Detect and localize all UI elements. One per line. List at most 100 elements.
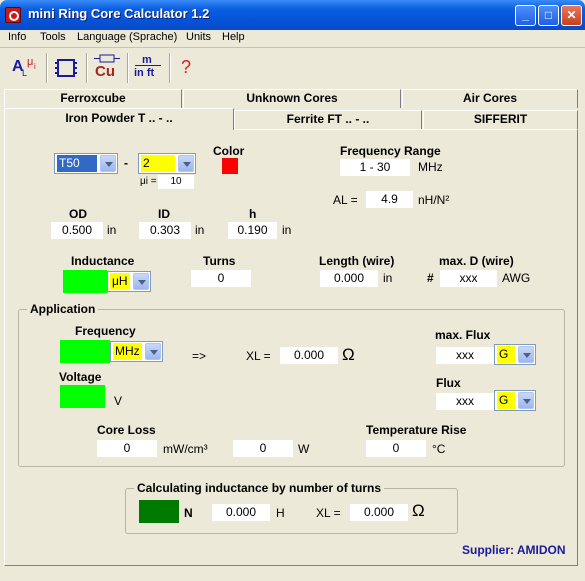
- wire-length-label: Length (wire): [319, 254, 395, 268]
- toolbar-separator: [169, 53, 171, 83]
- help-button[interactable]: ?: [172, 53, 202, 83]
- turns-value: 0: [191, 270, 251, 287]
- h-unit: in: [282, 223, 292, 237]
- menu-help[interactable]: Help: [222, 31, 245, 43]
- app-frequency-input[interactable]: [60, 340, 110, 363]
- core-loss-value: 0: [97, 440, 157, 457]
- calc-h-unit: H: [276, 506, 285, 520]
- od-value: 0.500: [51, 222, 103, 239]
- al-value: 4.9: [366, 191, 413, 208]
- max-flux-unit-select[interactable]: G: [494, 344, 536, 365]
- menu-tools[interactable]: Tools: [40, 31, 66, 43]
- core-separator: -: [124, 156, 128, 170]
- flux-value: xxx: [436, 393, 494, 410]
- frequency-range-value: 1 - 30: [340, 159, 410, 176]
- wire-length-value: 0.000: [320, 270, 378, 287]
- wire-diameter-unit: AWG: [502, 271, 531, 285]
- maximize-button[interactable]: □: [538, 5, 559, 26]
- inductance-label: Inductance: [71, 254, 135, 268]
- supplier-label: Supplier: AMIDON: [462, 543, 566, 557]
- chevron-down-icon: [133, 273, 149, 290]
- inductance-input[interactable]: [63, 270, 107, 293]
- window-title: mini Ring Core Calculator 1.2: [28, 6, 210, 21]
- menu-info[interactable]: Info: [8, 31, 26, 43]
- color-label: Color: [213, 144, 245, 158]
- calc-h-value: 0.000: [212, 504, 270, 521]
- inductance-unit-value: μH: [110, 273, 130, 290]
- app-frequency-label: Frequency: [75, 324, 136, 338]
- od-unit: in: [107, 223, 117, 237]
- calc-xl-value: 0.000: [350, 504, 408, 521]
- app-icon[interactable]: [5, 7, 21, 23]
- copper-wire-button[interactable]: Cu: [92, 53, 122, 83]
- core-mix-select[interactable]: 2: [138, 153, 196, 174]
- flux-unit-select[interactable]: G: [494, 390, 536, 411]
- voltage-label: Voltage: [59, 370, 102, 384]
- toolbar-separator: [127, 53, 129, 83]
- app-frequency-unit-value: MHz: [113, 343, 142, 360]
- flux-unit-value: G: [497, 392, 515, 409]
- core-size-value: T50: [57, 155, 97, 172]
- mu-label: μi =: [140, 176, 157, 187]
- menu-units[interactable]: Units: [186, 31, 211, 43]
- al-unit: nH/N²: [418, 193, 450, 207]
- toolbar-separator: [86, 53, 88, 83]
- calc-xl-unit: Ω: [412, 501, 425, 520]
- chevron-down-icon: [178, 155, 194, 172]
- mu-value: 10: [158, 175, 194, 189]
- calc-xl-label: XL =: [316, 506, 341, 520]
- frequency-range-label: Frequency Range: [340, 144, 441, 158]
- max-flux-label: max. Flux: [435, 328, 491, 342]
- id-value: 0.303: [139, 222, 191, 239]
- chevron-down-icon: [100, 155, 116, 172]
- wire-diameter-label: max. D (wire): [439, 254, 514, 268]
- n-label: N: [184, 506, 193, 520]
- app-xl-value: 0.000: [280, 347, 338, 364]
- tab-air-cores[interactable]: Air Cores: [402, 89, 578, 108]
- close-button[interactable]: ✕: [561, 5, 582, 26]
- tab-ferroxcube[interactable]: Ferroxcube: [4, 89, 182, 108]
- calc-turns-title: Calculating inductance by number of turn…: [134, 481, 385, 495]
- inductance-unit-select[interactable]: μH: [107, 271, 151, 292]
- wire-diameter-value: xxx: [440, 270, 497, 287]
- units-tool-button[interactable]: m in ft: [132, 53, 164, 83]
- ring-core-icon: [55, 59, 77, 77]
- tab-unknown-cores[interactable]: Unknown Cores: [183, 89, 401, 108]
- menu-language[interactable]: Language (Sprache): [77, 31, 177, 43]
- core-loss-label: Core Loss: [97, 423, 156, 437]
- fraction-line: [135, 65, 161, 66]
- minimize-button[interactable]: _: [515, 5, 536, 26]
- voltage-input[interactable]: [60, 385, 105, 408]
- max-flux-value: xxx: [436, 347, 494, 364]
- od-label: OD: [69, 207, 87, 221]
- core-mix-value: 2: [141, 155, 175, 172]
- turns-label: Turns: [203, 254, 236, 268]
- voltage-unit: V: [114, 394, 123, 408]
- frequency-range-unit: MHz: [418, 160, 443, 174]
- core-color-swatch: [222, 158, 238, 174]
- app-xl-unit: Ω: [342, 345, 355, 364]
- chevron-down-icon: [518, 346, 534, 363]
- arrow-label: =>: [192, 349, 207, 363]
- tab-ferrite[interactable]: Ferrite FT .. - ..: [234, 110, 422, 129]
- turns-input[interactable]: [139, 500, 179, 523]
- flux-label: Flux: [436, 376, 461, 390]
- al-label: AL =: [333, 193, 358, 207]
- application-title: Application: [27, 302, 99, 316]
- id-label: ID: [158, 207, 170, 221]
- app-frequency-unit-select[interactable]: MHz: [110, 341, 163, 362]
- id-unit: in: [195, 223, 205, 237]
- max-flux-unit-value: G: [497, 346, 515, 363]
- chevron-down-icon: [518, 392, 534, 409]
- tab-sifferit[interactable]: SIFFERIT: [423, 110, 578, 129]
- wire-diameter-prefix: #: [427, 271, 434, 285]
- temp-rise-value: 0: [366, 440, 426, 457]
- al-mu-tool-button[interactable]: A L μ i: [10, 53, 40, 83]
- h-label: h: [249, 207, 257, 221]
- core-tool-button[interactable]: [51, 53, 81, 83]
- wire-length-unit: in: [383, 271, 393, 285]
- toolbar-separator: [46, 53, 48, 83]
- core-size-select[interactable]: T50: [54, 153, 118, 174]
- h-value: 0.190: [228, 222, 277, 239]
- tab-iron-powder[interactable]: Iron Powder T .. - ..: [4, 108, 234, 130]
